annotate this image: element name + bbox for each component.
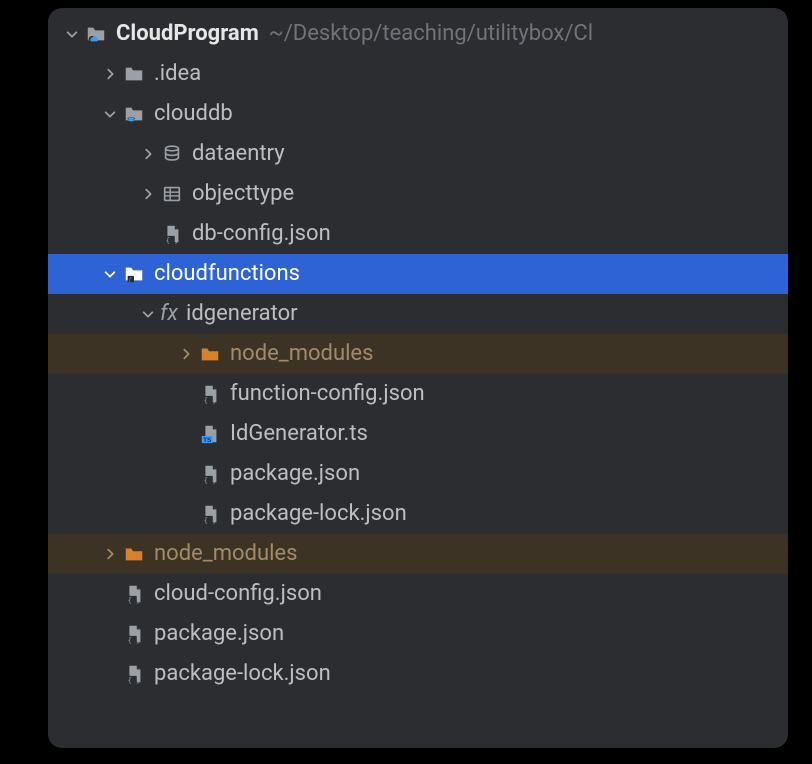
- tree-item-label: objecttype: [192, 181, 294, 207]
- tree-row-package-json[interactable]: { } package.json: [48, 454, 788, 494]
- tree-item-label: .idea: [154, 61, 201, 87]
- svg-text:{ }: { }: [204, 515, 217, 524]
- svg-text:{ }: { }: [128, 635, 141, 644]
- json-icon: { }: [160, 222, 184, 246]
- fx-icon: fx: [160, 301, 178, 327]
- tree-row-idgenerator-ts[interactable]: TS IdGenerator.ts: [48, 414, 788, 454]
- chevron-down-icon[interactable]: [138, 304, 158, 324]
- tree-item-label: cloudfunctions: [154, 261, 300, 287]
- tree-row-package-lock-json[interactable]: { } package-lock.json: [48, 654, 788, 694]
- tree-item-label: node_modules: [154, 541, 297, 567]
- ts-icon: TS: [198, 422, 222, 446]
- tree-item-label: cloud-config.json: [154, 581, 322, 607]
- chevron-down-icon[interactable]: [100, 104, 120, 124]
- chevron-right-icon[interactable]: [138, 144, 158, 164]
- tree-item-label: function-config.json: [230, 381, 425, 407]
- arrow-placeholder: [138, 224, 158, 244]
- tree-row-clouddb[interactable]: clouddb: [48, 94, 788, 134]
- tree-row-package-json[interactable]: { } package.json: [48, 614, 788, 654]
- arrow-placeholder: [176, 504, 196, 524]
- arrow-placeholder: [176, 424, 196, 444]
- svg-text:{ }: { }: [166, 235, 179, 244]
- json-icon: { }: [122, 622, 146, 646]
- tree-item-label: package-lock.json: [230, 501, 407, 527]
- json-icon: { }: [198, 462, 222, 486]
- tree-item-label: db-config.json: [192, 221, 331, 247]
- folder-cloud-icon: [84, 22, 108, 46]
- table-icon: [160, 182, 184, 206]
- tree-item-label: idgenerator: [186, 301, 298, 327]
- tree-item-label: CloudProgram: [116, 21, 259, 47]
- tree-item-label: IdGenerator.ts: [230, 421, 368, 447]
- tree-row-function-config-json[interactable]: { } function-config.json: [48, 374, 788, 414]
- tree-row--idea[interactable]: .idea: [48, 54, 788, 94]
- folder-excluded-icon: [198, 342, 222, 366]
- chevron-right-icon[interactable]: [100, 64, 120, 84]
- svg-text:{ }: { }: [128, 595, 141, 604]
- tree-row-idgenerator[interactable]: fx idgenerator: [48, 294, 788, 334]
- folder-fn-icon: f: [122, 262, 146, 286]
- tree-row-objecttype[interactable]: objecttype: [48, 174, 788, 214]
- tree-item-label: dataentry: [192, 141, 285, 167]
- folder-db-icon: [122, 102, 146, 126]
- tree-row-db-config-json[interactable]: { } db-config.json: [48, 214, 788, 254]
- tree-row-cloud-config-json[interactable]: { } cloud-config.json: [48, 574, 788, 614]
- project-tree[interactable]: CloudProgram ~/Desktop/teaching/utilitybo…: [48, 8, 788, 694]
- json-icon: { }: [122, 582, 146, 606]
- svg-text:{ }: { }: [204, 475, 217, 484]
- tree-item-label: clouddb: [154, 101, 233, 127]
- svg-text:{ }: { }: [128, 675, 141, 684]
- tree-row-cloudprogram[interactable]: CloudProgram ~/Desktop/teaching/utilitybo…: [48, 14, 788, 54]
- tree-item-label: package-lock.json: [154, 661, 331, 687]
- folder-icon: [122, 62, 146, 86]
- svg-text:{ }: { }: [204, 395, 217, 404]
- chevron-right-icon[interactable]: [176, 344, 196, 364]
- tree-item-label: package.json: [154, 621, 284, 647]
- json-icon: { }: [122, 662, 146, 686]
- tree-row-dataentry[interactable]: dataentry: [48, 134, 788, 174]
- arrow-placeholder: [100, 584, 120, 604]
- chevron-down-icon[interactable]: [62, 24, 82, 44]
- tree-item-label: package.json: [230, 461, 360, 487]
- folder-excluded-icon: [122, 542, 146, 566]
- database-icon: [160, 142, 184, 166]
- arrow-placeholder: [176, 384, 196, 404]
- tree-row-cloudfunctions[interactable]: f cloudfunctions: [48, 254, 788, 294]
- project-tree-panel: CloudProgram ~/Desktop/teaching/utilitybo…: [48, 8, 788, 748]
- tree-item-label: node_modules: [230, 341, 373, 367]
- json-icon: { }: [198, 382, 222, 406]
- chevron-right-icon[interactable]: [138, 184, 158, 204]
- chevron-down-icon[interactable]: [100, 264, 120, 284]
- tree-row-package-lock-json[interactable]: { } package-lock.json: [48, 494, 788, 534]
- arrow-placeholder: [100, 624, 120, 644]
- tree-row-node-modules[interactable]: node_modules: [48, 334, 788, 374]
- arrow-placeholder: [176, 464, 196, 484]
- tree-row-node-modules[interactable]: node_modules: [48, 534, 788, 574]
- chevron-right-icon[interactable]: [100, 544, 120, 564]
- arrow-placeholder: [100, 664, 120, 684]
- json-icon: { }: [198, 502, 222, 526]
- svg-text:TS: TS: [203, 437, 212, 444]
- project-path-hint: ~/Desktop/teaching/utilitybox/Cl: [269, 21, 593, 47]
